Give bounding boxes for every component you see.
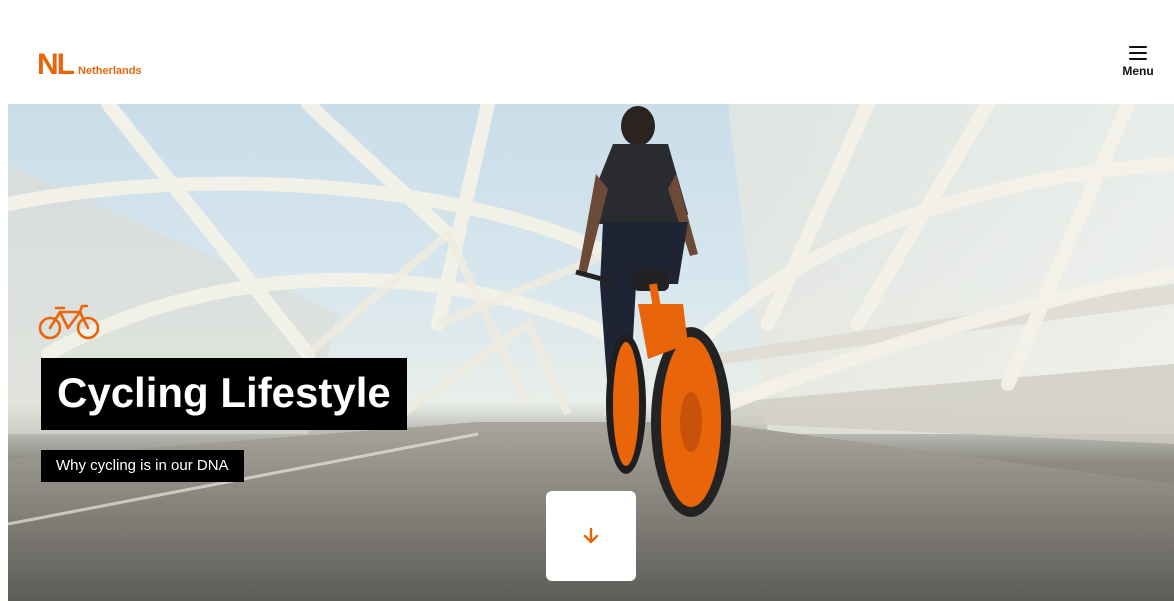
page-frame: NL Netherlands Menu Cycling Lifestyle Wh… bbox=[8, 8, 1174, 601]
site-logo[interactable]: NL Netherlands bbox=[37, 48, 142, 81]
hero-subtitle: Why cycling is in our DNA bbox=[41, 450, 244, 482]
hamburger-icon bbox=[1129, 46, 1147, 60]
menu-label: Menu bbox=[1122, 64, 1154, 78]
site-header: NL Netherlands Menu bbox=[8, 8, 1174, 105]
hero-title: Cycling Lifestyle bbox=[41, 358, 407, 430]
hero-banner: Cycling Lifestyle Why cycling is in our … bbox=[8, 104, 1174, 601]
scroll-down-button[interactable] bbox=[546, 491, 636, 581]
menu-button[interactable]: Menu bbox=[1116, 44, 1160, 88]
logo-mark: NL bbox=[37, 48, 75, 81]
bicycle-icon bbox=[38, 304, 100, 340]
arrow-down-icon bbox=[583, 527, 599, 544]
logo-text: Netherlands bbox=[78, 65, 142, 77]
